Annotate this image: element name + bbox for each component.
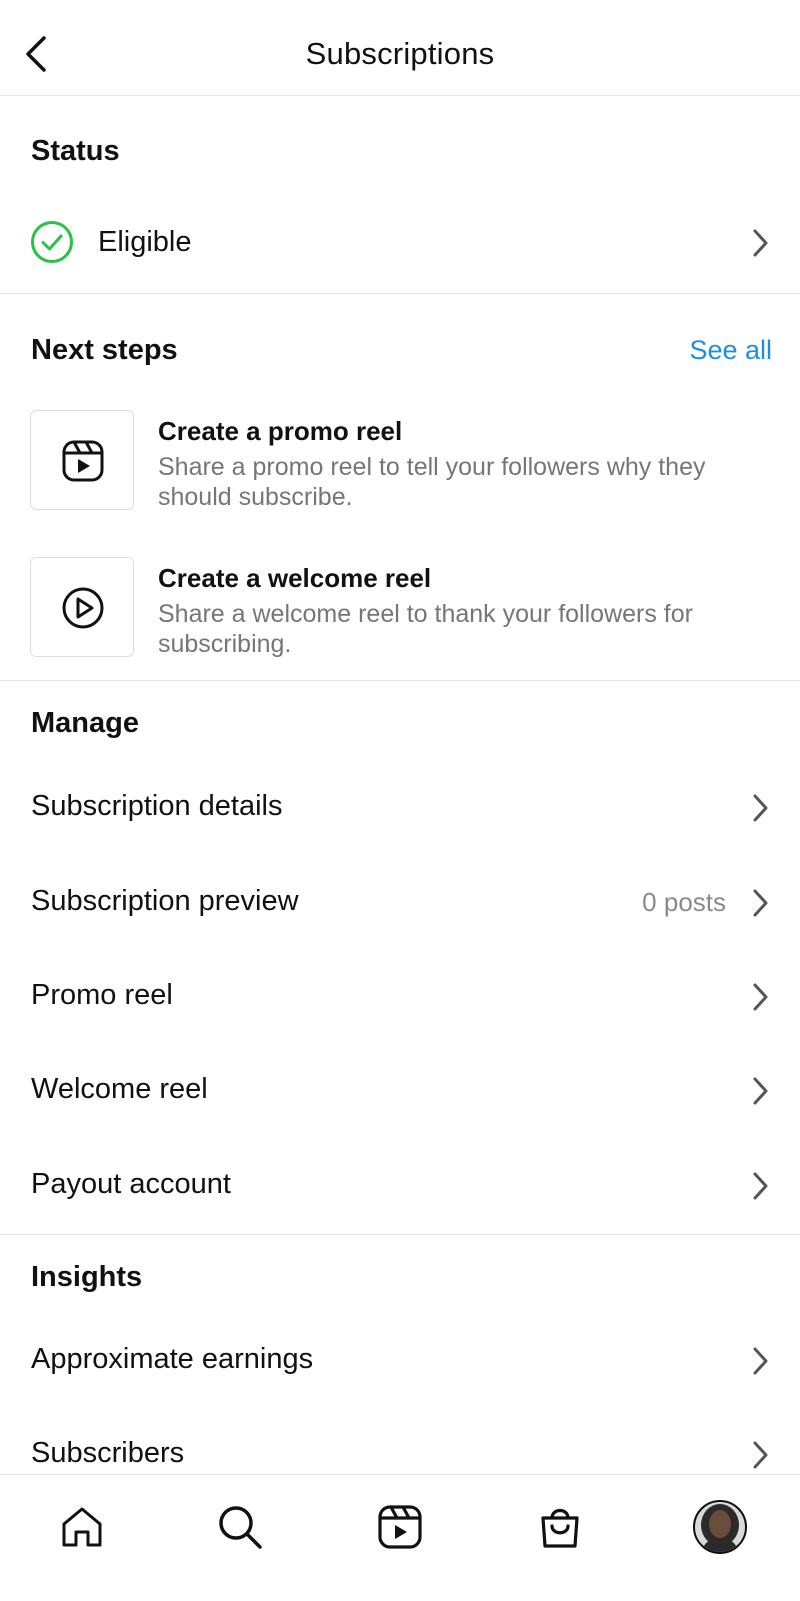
tab-profile[interactable] <box>690 1497 750 1557</box>
check-circle-icon <box>31 221 73 263</box>
top-bar: Subscriptions <box>0 0 800 96</box>
row-label: Subscription details <box>31 790 283 822</box>
tab-home[interactable] <box>52 1497 112 1557</box>
row-label: Welcome reel <box>31 1073 208 1105</box>
step-create-welcome-reel[interactable]: Create a welcome reel Share a welcome re… <box>0 557 800 667</box>
tab-search[interactable] <box>210 1497 270 1557</box>
divider <box>0 1234 800 1235</box>
step-icon-box <box>30 410 134 510</box>
bottom-tab-bar <box>0 1474 800 1601</box>
divider <box>0 680 800 681</box>
status-heading: Status <box>31 135 120 167</box>
row-payout-account[interactable]: Payout account <box>0 1140 800 1232</box>
manage-heading: Manage <box>31 707 139 739</box>
tab-shop[interactable] <box>530 1497 590 1557</box>
status-value: Eligible <box>98 226 192 258</box>
row-label: Subscription preview <box>31 885 299 917</box>
row-welcome-reel[interactable]: Welcome reel <box>0 1045 800 1137</box>
see-all-link[interactable]: See all <box>689 335 772 366</box>
reels-icon <box>62 440 104 482</box>
step-title: Create a welcome reel <box>158 563 432 593</box>
row-approximate-earnings[interactable]: Approximate earnings <box>0 1315 800 1407</box>
row-label: Payout account <box>31 1168 231 1200</box>
next-steps-heading: Next steps <box>31 334 178 366</box>
chevron-right-icon <box>750 1438 770 1472</box>
tab-reels[interactable] <box>370 1497 430 1557</box>
chevron-right-icon <box>750 791 770 825</box>
step-create-promo-reel[interactable]: Create a promo reel Share a promo reel t… <box>0 410 800 520</box>
chevron-right-icon <box>750 886 770 920</box>
row-subscription-preview[interactable]: Subscription preview 0 posts <box>0 857 800 949</box>
row-label: Subscribers <box>31 1437 185 1469</box>
play-circle-icon <box>62 587 104 629</box>
insights-heading: Insights <box>31 1261 143 1293</box>
divider <box>0 293 800 294</box>
chevron-right-icon <box>750 980 770 1014</box>
step-description: Share a welcome reel to thank your follo… <box>158 600 693 658</box>
chevron-right-icon <box>750 1169 770 1203</box>
home-icon <box>62 1507 102 1547</box>
status-row[interactable]: Eligible <box>0 200 800 286</box>
step-description: Share a promo reel to tell your follower… <box>158 453 706 511</box>
chevron-right-icon <box>750 1074 770 1108</box>
page-title: Subscriptions <box>305 36 495 71</box>
profile-avatar <box>693 1500 747 1554</box>
chevron-right-icon <box>750 226 770 260</box>
step-title: Create a promo reel <box>158 416 403 446</box>
search-icon <box>219 1506 262 1549</box>
row-subscription-details[interactable]: Subscription details <box>0 762 800 854</box>
row-label: Promo reel <box>31 979 173 1011</box>
reels-icon <box>378 1505 422 1549</box>
step-icon-box <box>30 557 134 657</box>
row-label: Approximate earnings <box>31 1343 314 1375</box>
chevron-right-icon <box>750 1344 770 1378</box>
shop-bag-icon <box>541 1508 579 1548</box>
row-promo-reel[interactable]: Promo reel <box>0 951 800 1043</box>
row-value: 0 posts <box>642 887 726 917</box>
